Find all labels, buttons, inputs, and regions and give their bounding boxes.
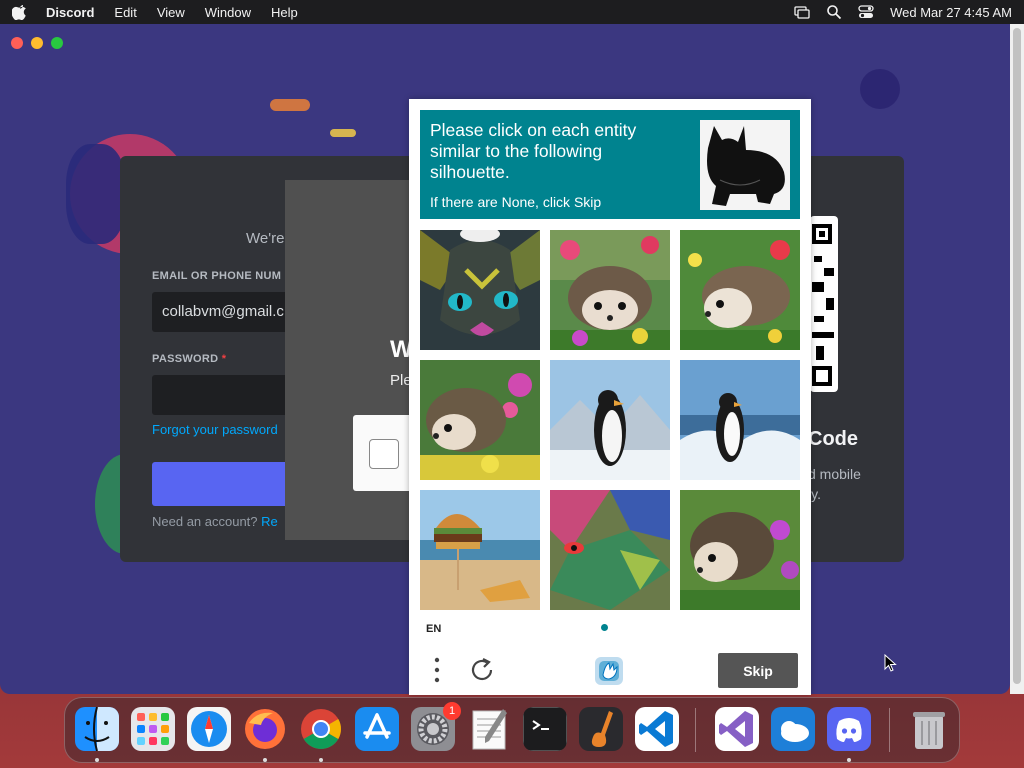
captcha-tile[interactable] (550, 360, 670, 480)
terminal-icon[interactable] (523, 707, 567, 751)
zoom-window-button[interactable] (51, 37, 63, 49)
launchpad-icon[interactable] (131, 707, 175, 751)
background-decoration (330, 129, 356, 137)
menu-clock[interactable]: Wed Mar 27 4:45 AM (890, 5, 1012, 20)
menu-window[interactable]: Window (205, 5, 251, 20)
close-window-button[interactable] (11, 37, 23, 49)
prompt-title: Please click on each entity similar to t… (430, 120, 637, 182)
skip-button[interactable]: Skip (718, 653, 798, 688)
hcaptcha-logo-icon[interactable] (593, 655, 625, 687)
running-indicator (263, 758, 267, 762)
scrollbar[interactable] (1010, 24, 1024, 694)
captcha-tile[interactable] (420, 360, 540, 480)
captcha-prompt: Please click on each entity similar to t… (420, 110, 800, 219)
scrollbar-thumb[interactable] (1013, 28, 1021, 684)
screen-mirroring-icon[interactable] (794, 4, 810, 20)
apple-icon[interactable] (12, 4, 28, 20)
email-label: EMAIL OR PHONE NUM (152, 270, 282, 282)
captcha-tile[interactable] (550, 490, 670, 610)
menu-bar: Discord Edit View Window Help Wed Mar 27… (0, 0, 1024, 24)
qr-heading: Code (808, 428, 858, 450)
notification-badge: 1 (443, 702, 461, 720)
login-subtitle: We're (246, 230, 285, 247)
app-store-icon[interactable] (355, 707, 399, 751)
firefox-icon[interactable] (243, 707, 287, 751)
menu-app-name[interactable]: Discord (46, 5, 94, 20)
background-decoration (860, 69, 900, 109)
qr-subtext: d mobile ly. (808, 466, 861, 502)
menu-edit[interactable]: Edit (114, 5, 136, 20)
captcha-checkbox-card (353, 415, 413, 491)
dock-separator (889, 708, 890, 752)
more-options-icon[interactable] (434, 657, 440, 683)
trash-icon[interactable] (907, 707, 951, 751)
password-label-text: PASSWORD (152, 353, 219, 365)
safari-icon[interactable] (187, 707, 231, 751)
required-mark: * (221, 353, 227, 365)
dock-separator (695, 708, 696, 752)
forgot-password-link[interactable]: Forgot your password (152, 422, 278, 437)
prompt-subtext: If there are None, click Skip (430, 194, 602, 210)
silhouette-sample-image (700, 120, 790, 210)
visual-studio-icon[interactable] (715, 707, 759, 751)
register-link[interactable]: Re (261, 514, 278, 529)
weather-icon[interactable] (771, 707, 815, 751)
running-indicator (319, 758, 323, 762)
refresh-icon[interactable] (469, 657, 495, 683)
password-label: PASSWORD * (152, 353, 226, 365)
window-controls (11, 37, 63, 49)
minimize-window-button[interactable] (31, 37, 43, 49)
captcha-tile[interactable] (420, 490, 540, 610)
captcha-image-grid (420, 230, 800, 610)
chrome-icon[interactable] (299, 707, 343, 751)
vscode-icon[interactable] (635, 707, 679, 751)
register-text: Need an account? Re (152, 514, 278, 529)
captcha-tile[interactable] (420, 230, 540, 350)
textedit-icon[interactable] (467, 707, 511, 751)
menu-view[interactable]: View (157, 5, 185, 20)
dock: 1 (64, 697, 960, 763)
captcha-challenge: Please click on each entity similar to t… (409, 99, 811, 695)
captcha-tile[interactable] (680, 230, 800, 350)
background-decoration (66, 144, 126, 244)
running-indicator (95, 758, 99, 762)
register-prefix: Need an account? (152, 514, 258, 529)
captcha-tile[interactable] (550, 230, 670, 350)
mouse-cursor-icon (884, 654, 897, 672)
qr-code (810, 216, 838, 392)
discord-icon[interactable] (827, 707, 871, 751)
finder-icon[interactable] (75, 707, 119, 751)
running-indicator (847, 758, 851, 762)
spotlight-search-icon[interactable] (826, 4, 842, 20)
background-decoration (270, 99, 310, 111)
captcha-checkbox[interactable] (369, 439, 399, 469)
pagination-dot (601, 624, 608, 631)
language-selector[interactable]: EN (426, 623, 441, 635)
garageband-icon[interactable] (579, 707, 623, 751)
captcha-tile[interactable] (680, 360, 800, 480)
control-center-icon[interactable] (858, 4, 874, 20)
menu-help[interactable]: Help (271, 5, 298, 20)
captcha-tile[interactable] (680, 490, 800, 610)
